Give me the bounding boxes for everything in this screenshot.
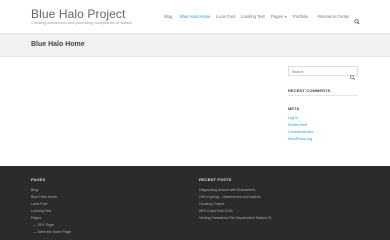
footer-page-link[interactable]: Blog [31,188,38,192]
footer-pages-heading: PAGES [31,177,46,182]
search-icon [349,74,356,81]
meta-link-comments-feed[interactable]: Comments feed [288,130,313,134]
footer-page-link[interactable]: Landing Test [31,209,51,213]
meta-link-log-in[interactable]: Log in [288,116,298,120]
nav-item-blog[interactable]: Blog [164,13,172,21]
footer-recent-posts-heading: RECENT POSTS [199,177,232,182]
nav-item-lucis-fact[interactable]: Lucis Fact [216,13,235,21]
nav-search-button[interactable] [354,13,360,25]
main-content [31,64,271,158]
site-footer: PAGES Blog Blue Halo Home Lucis Fact Lan… [0,166,390,240]
footer-post-link[interactable]: Diagnosing Autism with Biomarkers [199,188,255,192]
page-title-band: Blue Halo Home [0,33,390,57]
page-title: Blue Halo Home [31,41,85,48]
footer-page-link[interactable]: Lucis Fact [31,202,47,206]
search-input[interactable] [292,68,346,75]
sidebar-search [288,66,358,81]
meta-link-wordpress-org[interactable]: WordPress.org [288,137,312,141]
site-header: Blue Halo Project Creating awareness and… [0,0,390,33]
search-submit-button[interactable] [349,68,356,81]
divider [288,95,358,96]
footer-post-link[interactable]: Gift of giving – Waterworks and adieux [199,195,260,199]
footer-page-link[interactable]: Blue Halo Home [31,195,57,199]
footer-post-link[interactable]: Visiting Pasadena Fire Department Statio… [199,216,272,220]
nav-item-pages[interactable]: Pages▼ [271,13,287,21]
meta-link-entries-feed[interactable]: Entries feed [288,123,307,127]
nav-item-portfolio[interactable]: Portfolio [293,13,308,21]
nav-item-landing-test[interactable]: Landing Test [241,13,265,21]
chevron-down-icon: ▼ [283,15,287,19]
recent-comments-heading: RECENT COMMENTS [288,88,331,93]
site-title[interactable]: Blue Halo Project [31,7,125,21]
nav-item-blue-halo-home[interactable]: Blue Halo Home [180,13,211,21]
footer-post-link[interactable]: Housing Project [199,202,224,206]
meta-heading: META [288,106,300,111]
search-icon [354,19,360,25]
nav-item-pages-label: Pages [271,14,283,19]
footer-post-link[interactable]: WHI Cuba Fest 2016 [199,209,233,213]
nav-item-resource-center[interactable]: Resource Center [318,13,350,21]
footer-page-link[interactable]: Pages [31,216,41,220]
footer-page-link[interactable]: — Meet the Team Page [33,230,71,234]
site-tagline: Creating awareness and promoting accepta… [31,20,133,25]
footer-page-link[interactable]: — SFX Page [33,223,54,227]
